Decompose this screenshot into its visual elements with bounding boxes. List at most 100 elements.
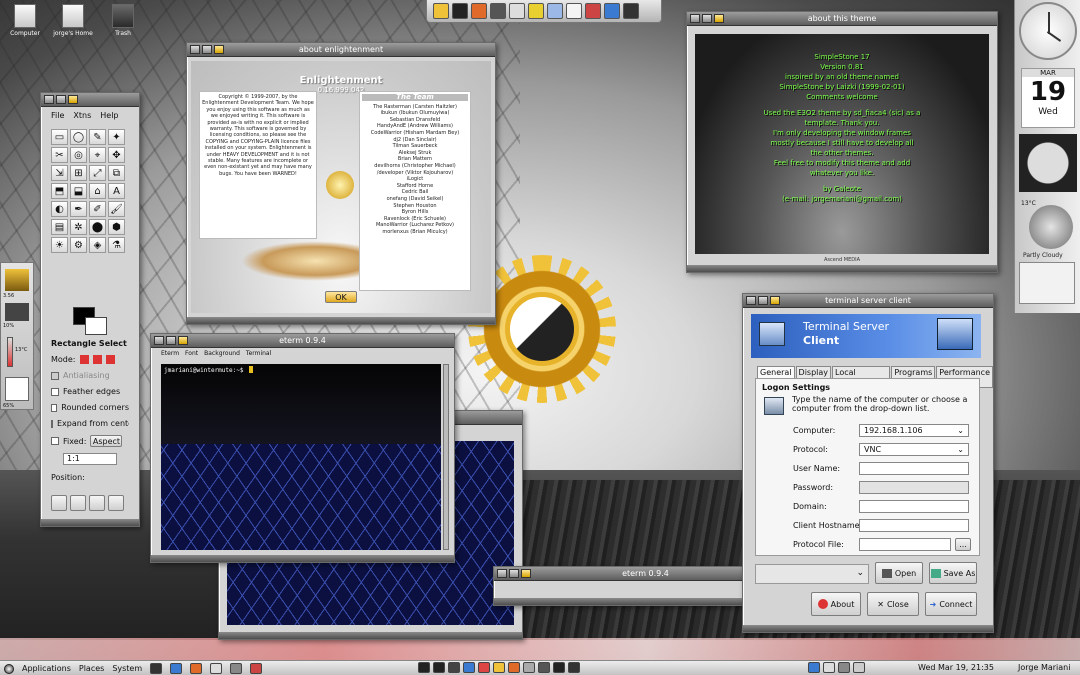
airbrush-tool-icon[interactable]: ✐ <box>89 201 106 217</box>
taskbar-terminal-icon[interactable] <box>433 662 445 673</box>
launcher-calendar-icon[interactable] <box>566 3 582 19</box>
scissors-tool-icon[interactable]: ✂ <box>51 147 68 163</box>
taskbar-folder-icon[interactable] <box>568 662 580 673</box>
eterm-text-area[interactable]: jmariani@wintermute:~$ <box>161 364 441 444</box>
protocol-file-input[interactable] <box>859 538 951 551</box>
open-button[interactable]: Open <box>875 562 923 584</box>
minimize-icon[interactable] <box>509 569 519 578</box>
launcher-tools-icon[interactable] <box>490 3 506 19</box>
zoom-tool-icon[interactable]: ◎ <box>70 147 87 163</box>
panel-launcher-icon[interactable] <box>250 663 263 674</box>
about-button[interactable]: About <box>811 592 861 616</box>
menu-background[interactable]: Background <box>204 350 240 360</box>
menu-places[interactable]: Places <box>79 664 104 673</box>
option-feather[interactable]: Feather edges <box>51 387 120 396</box>
taskbar-gimp-icon[interactable] <box>538 662 550 673</box>
close-icon[interactable] <box>154 336 164 345</box>
align-tool-icon[interactable]: ⊞ <box>70 165 87 181</box>
about-enlightenment-titlebar[interactable]: about enlightenment <box>187 43 495 57</box>
close-icon[interactable] <box>690 14 700 23</box>
rect-select-tool-icon[interactable]: ▭ <box>51 129 68 145</box>
reset-options-icon[interactable] <box>108 495 124 511</box>
close-icon[interactable] <box>44 95 54 104</box>
option-fixed[interactable]: Fixed: Aspect <box>51 435 123 447</box>
menu-applications[interactable]: Applications <box>22 664 71 673</box>
fuzzy-select-tool-icon[interactable]: ✦ <box>108 129 125 145</box>
flip-tool-icon[interactable]: ⬓ <box>70 183 87 199</box>
background-color-swatch[interactable] <box>85 317 107 335</box>
about-theme-titlebar[interactable]: about this theme <box>687 12 997 26</box>
domain-input[interactable] <box>859 500 969 513</box>
close-button[interactable]: ✕ Close <box>867 592 919 616</box>
taskbar-eterm-icon[interactable] <box>553 662 565 673</box>
taskbar-e-icon[interactable] <box>493 662 505 673</box>
panel-user-name[interactable]: Jorge Mariani <box>1018 663 1070 672</box>
panel-launcher-icon[interactable] <box>210 663 223 674</box>
pencil-tool-icon[interactable]: ✒ <box>70 201 87 217</box>
move-tool-icon[interactable]: ✥ <box>108 147 125 163</box>
eraser-tool-icon[interactable]: ▤ <box>51 219 68 235</box>
desktop-icon-trash[interactable]: Trash <box>100 4 146 37</box>
text-tool-icon[interactable]: A <box>108 183 125 199</box>
taskbar-network-icon[interactable] <box>463 662 475 673</box>
heal-tool-icon[interactable]: ⬢ <box>108 219 125 235</box>
option-rounded[interactable]: Rounded corners <box>51 403 129 412</box>
close-icon[interactable] <box>190 45 200 54</box>
panel-clock[interactable]: Wed Mar 19, 21:35 <box>918 663 994 672</box>
launcher-e-icon[interactable] <box>433 3 449 19</box>
menu-file[interactable]: File <box>51 111 64 123</box>
eterm-scrollbar[interactable] <box>443 364 449 550</box>
ratio-input[interactable]: 1:1 <box>63 453 117 465</box>
menu-icon[interactable] <box>214 45 224 54</box>
ellipse-select-tool-icon[interactable]: ◯ <box>70 129 87 145</box>
minimize-icon[interactable] <box>166 336 176 345</box>
launcher-editor-icon[interactable] <box>509 3 525 19</box>
volume-icon[interactable] <box>838 662 850 673</box>
menu-font[interactable]: Font <box>185 350 198 360</box>
save-options-icon[interactable] <box>51 495 67 511</box>
taskbar-app-icon[interactable] <box>523 662 535 673</box>
tsclient-window[interactable]: terminal server client Terminal Server C… <box>742 293 994 633</box>
option-expand[interactable]: Expand from center <box>51 419 129 428</box>
menu-icon[interactable] <box>68 95 78 104</box>
launcher-camera-icon[interactable] <box>623 3 639 19</box>
close-icon[interactable] <box>746 296 756 305</box>
menu-icon[interactable] <box>178 336 188 345</box>
network-status-icon[interactable] <box>808 662 820 673</box>
clone-tool-icon[interactable]: ⬤ <box>89 219 106 235</box>
computer-combobox[interactable]: 192.168.1.106 ⌄ <box>859 424 969 437</box>
pager-widget[interactable] <box>1019 262 1075 304</box>
minimize-icon[interactable] <box>202 45 212 54</box>
launcher-display-icon[interactable] <box>547 3 563 19</box>
panel-launcher-icon[interactable] <box>150 663 163 674</box>
menu-eterm[interactable]: Eterm <box>161 350 179 360</box>
perspective-tool-icon[interactable]: ⬒ <box>51 183 68 199</box>
color-picker-tool-icon[interactable]: ◐ <box>51 201 68 217</box>
restore-options-icon[interactable] <box>70 495 86 511</box>
paths-tool-icon[interactable]: ⌂ <box>89 183 106 199</box>
about-theme-window[interactable]: about this theme SimpleStone 17 Version … <box>686 11 998 273</box>
browse-button[interactable]: ... <box>955 538 971 551</box>
mode-replace-icon[interactable] <box>79 355 89 364</box>
smudge-tool-icon[interactable]: ⚙ <box>70 237 87 253</box>
shear-tool-icon[interactable]: ⧉ <box>108 165 125 181</box>
minimize-icon[interactable] <box>758 296 768 305</box>
option-antialiasing[interactable]: Antialiasing <box>51 371 110 380</box>
launcher-settings-icon[interactable] <box>585 3 601 19</box>
protocol-select[interactable]: VNC ⌄ <box>859 443 969 456</box>
menu-icon[interactable] <box>714 14 724 23</box>
mode-add-icon[interactable] <box>92 355 102 364</box>
panel-launcher-icon[interactable] <box>170 663 183 674</box>
launcher-note-icon[interactable] <box>528 3 544 19</box>
measure-tool-icon[interactable]: ⌖ <box>89 147 106 163</box>
launcher-network-icon[interactable] <box>604 3 620 19</box>
calendar-widget[interactable]: MAR 19 Wed <box>1021 68 1075 128</box>
dodge-tool-icon[interactable]: ☀ <box>51 237 68 253</box>
connect-button[interactable]: ➜ Connect <box>925 592 977 616</box>
taskbar-app-icon[interactable] <box>478 662 490 673</box>
saved-connections-combo[interactable]: ⌄ <box>755 564 869 584</box>
taskbar-terminal-icon[interactable] <box>418 662 430 673</box>
menu-icon[interactable] <box>770 296 780 305</box>
password-input[interactable] <box>859 481 969 494</box>
desktop-icon-home[interactable]: jorge's Home <box>50 4 96 37</box>
